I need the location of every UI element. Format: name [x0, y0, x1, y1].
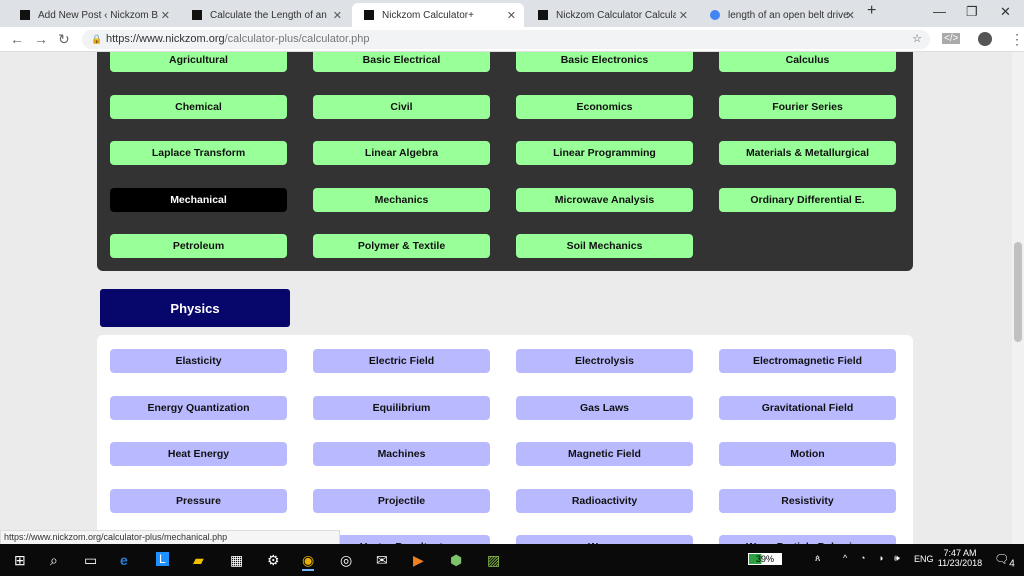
close-tab-icon[interactable]: ✕: [161, 9, 170, 22]
physics-item-electromagnetic-field[interactable]: Electromagnetic Field: [719, 349, 896, 373]
volume-icon[interactable]: 🕪: [894, 553, 900, 564]
physics-item-machines[interactable]: Machines: [313, 442, 490, 466]
language-indicator[interactable]: ENG: [914, 554, 934, 564]
close-tab-icon[interactable]: ✕: [846, 9, 855, 22]
network-icon[interactable]: ◑: [878, 553, 883, 563]
windows-start-icon[interactable]: ⊞: [14, 552, 26, 569]
edge-icon[interactable]: e: [120, 552, 128, 568]
extension-icon[interactable]: </>: [942, 33, 961, 44]
engineering-item-linear-algebra[interactable]: Linear Algebra: [313, 141, 490, 165]
battery-indicator[interactable]: 39%: [748, 553, 782, 565]
engineering-item-fourier-series[interactable]: Fourier Series: [719, 94, 896, 119]
physics-item-pressure[interactable]: Pressure: [110, 488, 287, 513]
url-input[interactable]: 🔒 https://www.nickzom.org/calculator-plus…: [82, 30, 930, 49]
tab[interactable]: Nickzom Calculator Calculates✕: [526, 3, 696, 27]
show-hidden-icons[interactable]: ^: [843, 553, 847, 563]
physics-item-energy-quantization[interactable]: Energy Quantization: [110, 395, 287, 420]
physics-item-electric-field[interactable]: Electric Field: [313, 349, 490, 373]
engineering-item-mechanical[interactable]: Mechanical: [110, 187, 287, 212]
address-bar-row: ← → ↻ 🔒 https://www.nickzom.org/calculato…: [0, 27, 1024, 52]
physics-item-gravitational-field[interactable]: Gravitational Field: [719, 395, 896, 420]
android-studio-icon[interactable]: ⬢: [450, 552, 462, 569]
menu-icon[interactable]: ⋮: [1010, 31, 1024, 48]
close-window-icon[interactable]: ✕: [1000, 4, 1011, 20]
tab[interactable]: Calculate the Length of an Ope✕: [180, 3, 350, 27]
tab[interactable]: length of an open belt drive - G✕: [698, 3, 863, 27]
engineering-item-basic-electronics[interactable]: Basic Electronics: [516, 52, 693, 72]
physics-item-heat-energy[interactable]: Heat Energy: [110, 442, 287, 466]
status-bar-url: https://www.nickzom.org/calculator-plus/…: [0, 530, 340, 545]
calculator-icon[interactable]: ▦: [230, 552, 243, 569]
physics-item-elasticity[interactable]: Elasticity: [110, 349, 287, 373]
mail-icon[interactable]: ✉: [376, 552, 388, 569]
file-explorer-icon[interactable]: ▰: [193, 552, 204, 569]
app-l-icon[interactable]: L: [156, 552, 169, 566]
close-tab-icon[interactable]: ✕: [333, 9, 342, 22]
engineering-item-ordinary-differential-e-[interactable]: Ordinary Differential E.: [719, 187, 896, 212]
media-player-icon[interactable]: ▶: [413, 552, 424, 569]
close-tab-icon[interactable]: ✕: [679, 9, 688, 22]
lock-icon: 🔒: [91, 34, 103, 44]
tab-active[interactable]: Nickzom Calculator+ ✕: [352, 3, 524, 27]
physics-item-wave-particle-behaviour[interactable]: Wave-Particle Behaviour: [719, 535, 896, 544]
physics-item-magnetic-field[interactable]: Magnetic Field: [516, 442, 693, 466]
engineering-item-civil[interactable]: Civil: [313, 94, 490, 119]
scrollbar[interactable]: [1012, 52, 1024, 544]
engineering-item-calculus[interactable]: Calculus: [719, 52, 896, 72]
nickzom-favicon-icon: [364, 10, 374, 20]
engineering-item-soil-mechanics[interactable]: Soil Mechanics: [516, 234, 693, 258]
wifi-icon[interactable]: ◔: [860, 553, 865, 563]
nickzom-favicon-icon: [538, 10, 548, 20]
close-tab-icon[interactable]: ✕: [507, 9, 516, 22]
page-content: Agricultural Basic Electrical Basic Electr…: [0, 52, 1012, 544]
clock[interactable]: 7:47 AM 11/23/2018: [935, 548, 985, 568]
physics-item-equilibrium[interactable]: Equilibrium: [313, 395, 490, 420]
engineering-item-chemical[interactable]: Chemical: [110, 94, 287, 119]
back-icon[interactable]: ←: [10, 31, 24, 47]
bookmark-star-icon[interactable]: ☆: [912, 30, 922, 49]
scrollbar-thumb[interactable]: [1014, 242, 1022, 342]
engineering-item-mechanics[interactable]: Mechanics: [313, 187, 490, 212]
engineering-item-economics[interactable]: Economics: [516, 94, 693, 119]
engineering-item-basic-electrical[interactable]: Basic Electrical: [313, 52, 490, 72]
nickzom-favicon-icon: [20, 10, 30, 20]
taskbar: ⊞ ⌕ ▭ e L ▰ ▦ ⚙ ◉ ◎ ✉ ▶ ⬢ ▨ 39% ጰ ^ ◔ ◑ …: [0, 544, 1024, 576]
physics-item-radioactivity[interactable]: Radioactivity: [516, 488, 693, 513]
physics-item-projectile[interactable]: Projectile: [313, 488, 490, 513]
minimize-icon[interactable]: —: [933, 4, 946, 19]
engineering-item-microwave-analysis[interactable]: Microwave Analysis: [516, 187, 693, 212]
physics-item-resistivity[interactable]: Resistivity: [719, 488, 896, 513]
people-icon[interactable]: ጰ: [815, 553, 820, 564]
settings-gear-icon[interactable]: ⚙: [267, 552, 280, 569]
notifications-icon[interactable]: 🗨4: [994, 552, 1015, 569]
chrome-icon[interactable]: ◉: [302, 552, 315, 571]
tab[interactable]: Add New Post ‹ Nickzom Blog✕: [8, 3, 178, 27]
physics-header[interactable]: Physics: [100, 289, 290, 327]
engineering-item-materials-metallurgical[interactable]: Materials & Metallurgical: [719, 141, 896, 165]
engineering-item-laplace-transform[interactable]: Laplace Transform: [110, 141, 287, 165]
tab-bar: Add New Post ‹ Nickzom Blog✕ Calculate t…: [0, 0, 1024, 27]
engineering-item-polymer-textile[interactable]: Polymer & Textile: [313, 234, 490, 258]
nickzom-favicon-icon: [192, 10, 202, 20]
new-tab-icon[interactable]: +: [867, 2, 876, 20]
physics-item-electrolysis[interactable]: Electrolysis: [516, 349, 693, 373]
physics-item-waves[interactable]: Waves: [516, 535, 693, 544]
engineering-item-agricultural[interactable]: Agricultural: [110, 52, 287, 72]
physics-item-motion[interactable]: Motion: [719, 442, 896, 466]
search-icon[interactable]: ⌕: [50, 552, 58, 569]
engineering-item-linear-programming[interactable]: Linear Programming: [516, 141, 693, 165]
groove-icon[interactable]: ◎: [340, 552, 352, 569]
forward-icon[interactable]: →: [34, 31, 48, 47]
task-view-icon[interactable]: ▭: [84, 552, 97, 569]
reload-icon[interactable]: ↻: [58, 31, 70, 48]
google-favicon-icon: [710, 10, 720, 20]
engineering-item-petroleum[interactable]: Petroleum: [110, 234, 287, 258]
restore-icon[interactable]: ❐: [966, 4, 978, 20]
profile-avatar[interactable]: [978, 32, 992, 46]
editor-icon[interactable]: ▨: [487, 552, 500, 569]
physics-item-gas-laws[interactable]: Gas Laws: [516, 395, 693, 420]
